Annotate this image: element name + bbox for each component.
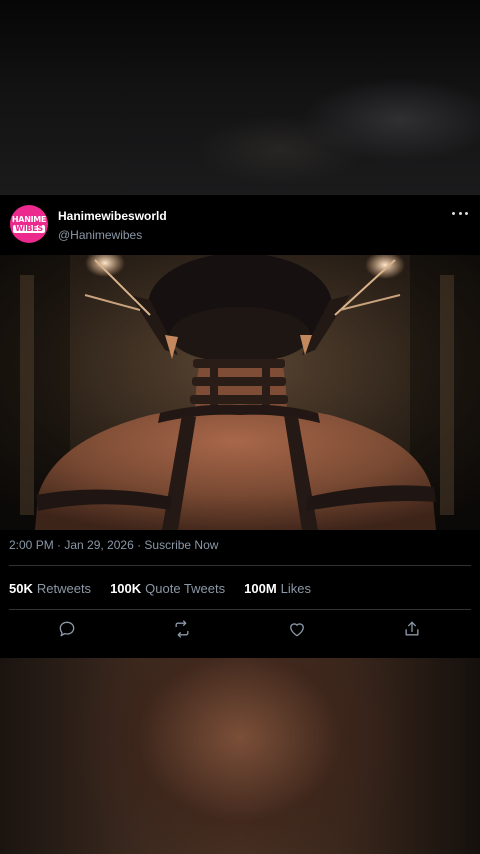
tweet-actions-bar bbox=[0, 619, 480, 641]
share-icon[interactable] bbox=[402, 619, 422, 639]
retweets-count: 50K bbox=[9, 581, 33, 596]
tweet-timestamp[interactable]: 2:00 PM · Jan 29, 2026 · Suscribe Now bbox=[9, 538, 218, 552]
tweet-card: HANIME WIBES Hanimewibesworld @Hanimewib… bbox=[0, 195, 480, 658]
retweets-label: Retweets bbox=[36, 581, 92, 596]
retweets-stat[interactable]: 50K Retweets bbox=[9, 581, 91, 596]
quote-tweets-label: Quote Tweets bbox=[145, 581, 226, 596]
retweet-icon[interactable] bbox=[172, 619, 192, 639]
blurred-background-top bbox=[0, 0, 480, 195]
likes-stat[interactable]: 100M Likes bbox=[244, 581, 311, 596]
divider bbox=[9, 565, 471, 566]
tweet-media-image[interactable] bbox=[0, 255, 480, 530]
blurred-background-bottom bbox=[0, 658, 480, 854]
reply-bubble-icon[interactable] bbox=[57, 619, 77, 639]
likes-label: Likes bbox=[280, 581, 312, 596]
media-illustration bbox=[0, 255, 480, 530]
heart-icon[interactable] bbox=[287, 619, 307, 639]
avatar-logo-line2: WIBES bbox=[13, 223, 45, 233]
tweet-header: HANIME WIBES Hanimewibesworld @Hanimewib… bbox=[0, 195, 480, 255]
tweet-stats: 50K Retweets 100K Quote Tweets 100M Likes bbox=[9, 581, 311, 596]
likes-count: 100M bbox=[244, 581, 277, 596]
divider bbox=[9, 609, 471, 610]
avatar-logo-line1: HANIME bbox=[11, 214, 47, 224]
quote-tweets-stat[interactable]: 100K Quote Tweets bbox=[110, 581, 225, 596]
quote-tweets-count: 100K bbox=[110, 581, 142, 596]
user-handle[interactable]: @Hanimewibes bbox=[58, 228, 142, 242]
display-name[interactable]: Hanimewibesworld bbox=[58, 209, 167, 223]
avatar[interactable]: HANIME WIBES bbox=[10, 205, 48, 243]
more-dots-icon[interactable] bbox=[452, 205, 468, 221]
